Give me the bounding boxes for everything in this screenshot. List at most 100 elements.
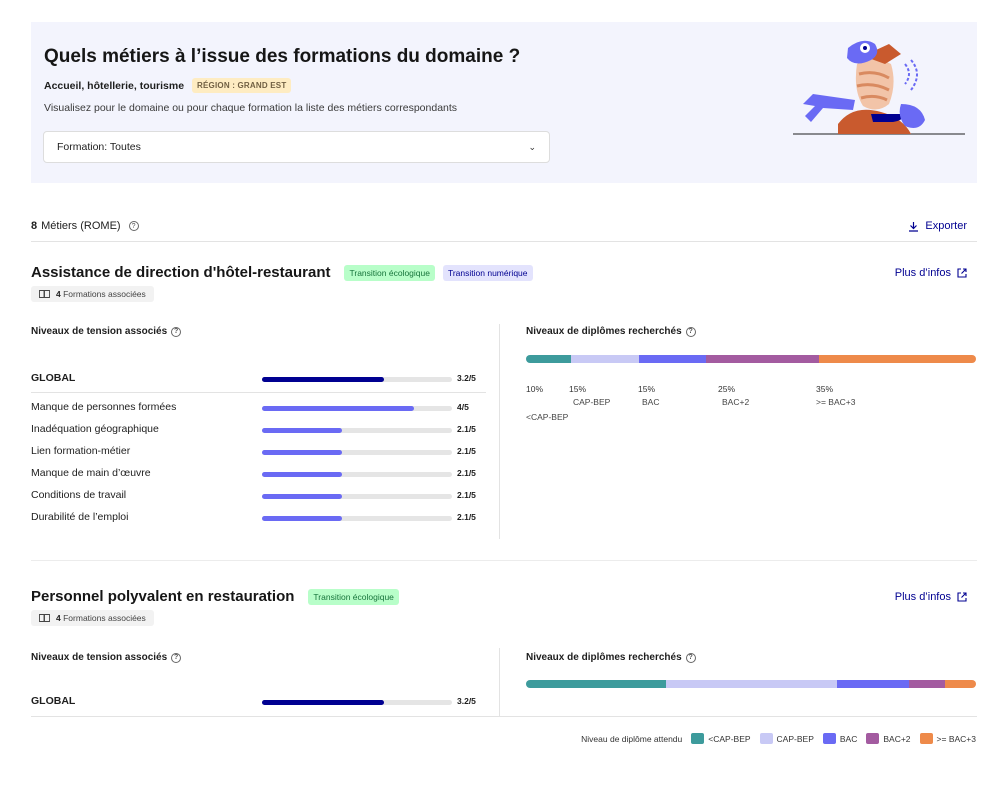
external-link-icon: [957, 268, 967, 278]
diploma-title: Niveaux de diplômes recherchés ?: [526, 652, 696, 663]
diploma-bar: [526, 355, 976, 363]
tag-ecological: Transition écologique: [308, 588, 399, 605]
tension-track: [262, 377, 452, 382]
diploma-segment: [908, 680, 945, 688]
diploma-segment: [526, 355, 571, 363]
tension-fill: [262, 472, 342, 477]
formations-count: 4: [56, 613, 61, 623]
tension-value: 2.1/5: [457, 490, 476, 500]
diploma-pct: 15%: [569, 384, 587, 394]
help-icon[interactable]: ?: [685, 326, 696, 337]
tension-title-text: Niveaux de tension associés: [31, 326, 168, 337]
legend-label: BAC: [839, 733, 858, 744]
formations-badge[interactable]: 4 Formations associées: [31, 286, 154, 302]
tension-title: Niveaux de tension associés ?: [31, 652, 182, 663]
header-panel: Quels métiers à l’issue des formations d…: [31, 22, 977, 183]
tension-label: Inadéquation géographique: [31, 423, 159, 435]
diploma-pct: 35%: [816, 384, 834, 394]
tension-row: Manque de main d’œuvre 2.1/5: [31, 467, 486, 481]
diploma-segment: [818, 355, 976, 363]
legend-item: BAC+2: [866, 733, 911, 744]
results-header: 8 Métiers (ROME) ? Exporter: [31, 216, 977, 242]
tension-track: [262, 406, 452, 411]
legend-swatch: [919, 733, 933, 744]
tension-label: Manque de personnes formées: [31, 401, 177, 413]
legend-swatch: [866, 733, 880, 744]
results-count-number: 8: [31, 220, 38, 232]
diploma-name: BAC+2: [722, 397, 750, 407]
legend-item: >= BAC+3: [919, 733, 976, 744]
diploma-title: Niveaux de diplômes recherchés ?: [526, 326, 696, 337]
help-icon[interactable]: ?: [685, 652, 696, 663]
legend-label: >= BAC+3: [936, 733, 976, 744]
column-divider: [499, 324, 500, 539]
tension-row-global: GLOBAL 3.2/5: [31, 695, 486, 709]
legend-swatch: [691, 733, 705, 744]
job-title-row: Personnel polyvalent en restauration Tra…: [31, 588, 399, 605]
tension-value: 2.1/5: [457, 424, 476, 434]
tension-label: Conditions de travail: [31, 489, 127, 501]
tension-row: Inadéquation géographique 2.1/5: [31, 423, 486, 437]
diploma-segment: [944, 680, 976, 688]
region-badge: RÉGION : GRAND EST: [192, 78, 292, 93]
external-link-icon: [957, 592, 967, 602]
diploma-pct: 10%: [526, 384, 544, 394]
book-icon: [39, 290, 50, 298]
tension-row-global: GLOBAL 3.2/5: [31, 372, 486, 386]
tension-title-text: Niveaux de tension associés: [31, 652, 168, 663]
tension-track: [262, 516, 452, 521]
tension-label: GLOBAL: [31, 372, 76, 384]
legend-swatch: [759, 733, 773, 744]
help-icon[interactable]: ?: [171, 326, 182, 337]
tension-label: Durabilité de l’emploi: [31, 511, 129, 523]
column-divider: [499, 648, 500, 716]
job-card: Personnel polyvalent en restauration Tra…: [31, 588, 977, 718]
tension-row: Conditions de travail 2.1/5: [31, 489, 486, 503]
tension-row: Manque de personnes formées 4/5: [31, 401, 486, 415]
job-title-row: Assistance de direction d'hôtel-restaura…: [31, 264, 533, 281]
tension-value: 2.1/5: [457, 512, 476, 522]
tension-track: [262, 472, 452, 477]
export-button[interactable]: Exporter: [908, 220, 967, 232]
tension-fill: [262, 700, 384, 705]
global-separator: [31, 392, 486, 393]
help-icon[interactable]: ?: [128, 221, 139, 231]
diploma-segment: [836, 680, 909, 688]
diploma-pct: 25%: [718, 384, 736, 394]
tension-title: Niveaux de tension associés ?: [31, 326, 182, 337]
tension-fill: [262, 428, 342, 433]
formation-select-value: Formation: Toutes: [57, 141, 141, 153]
legend-label: <CAP-BEP: [708, 733, 751, 744]
tension-fill: [262, 377, 384, 382]
tension-value: 2.1/5: [457, 446, 476, 456]
legend-item: <CAP-BEP: [691, 733, 751, 744]
formations-badge[interactable]: 4 Formations associées: [31, 610, 154, 626]
diploma-segment: [665, 680, 837, 688]
more-info-link[interactable]: Plus d’infos: [895, 591, 967, 603]
domain-name: Accueil, hôtellerie, tourisme: [44, 79, 185, 92]
help-icon[interactable]: ?: [171, 652, 182, 663]
legend-item: BAC: [822, 733, 858, 744]
page-description: Visualisez pour le domaine ou pour chaqu…: [44, 102, 458, 114]
legend-label: CAP-BEP: [776, 733, 814, 744]
tag-digital: Transition numérique: [442, 264, 533, 281]
tension-label: Manque de main d’œuvre: [31, 467, 151, 479]
more-info-link[interactable]: Plus d’infos: [895, 267, 967, 279]
formation-select[interactable]: Formation: Toutes ⌄: [43, 131, 550, 163]
tension-value: 4/5: [457, 402, 469, 412]
diploma-label: 15% BAC: [638, 384, 659, 407]
chevron-down-icon: ⌄: [528, 141, 536, 152]
page-title: Quels métiers à l’issue des formations d…: [44, 46, 521, 67]
diploma-segment: [706, 355, 819, 363]
diploma-label: 25% BAC+2: [718, 384, 749, 407]
export-label: Exporter: [925, 220, 967, 232]
header-illustration: [793, 40, 965, 135]
tension-track: [262, 700, 452, 705]
diploma-pct: 15%: [638, 384, 656, 394]
tension-label: Lien formation-métier: [31, 445, 131, 457]
diploma-name: <CAP-BEP: [526, 412, 569, 422]
card-separator: [31, 716, 977, 717]
tension-fill: [262, 516, 342, 521]
legend-label: BAC+2: [883, 733, 911, 744]
diploma-label: 10% <CAP-BEP: [526, 384, 568, 422]
